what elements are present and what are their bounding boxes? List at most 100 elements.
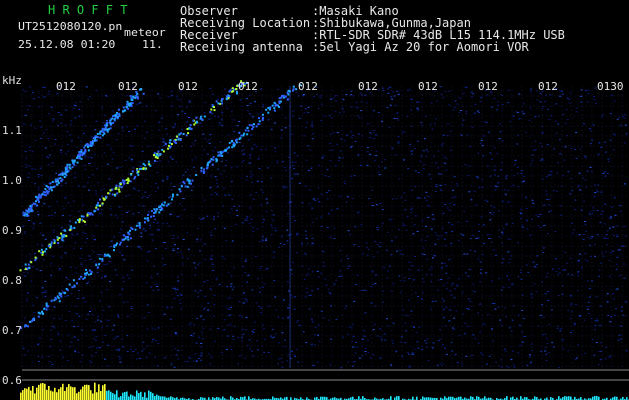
trace-pixel: [44, 194, 47, 197]
noise-speckle: [183, 209, 186, 210]
level-bar: [106, 390, 108, 400]
noise-speckle: [36, 243, 39, 245]
noise-speckle: [100, 212, 103, 214]
trace-pixel: [75, 156, 78, 159]
noise-speckle: [252, 332, 255, 333]
level-bar: [80, 389, 82, 400]
noise-speckle: [99, 347, 101, 349]
level-bar: [120, 396, 122, 400]
noise-speckle: [427, 205, 430, 207]
noise-speckle: [114, 269, 117, 271]
trace-pixel: [47, 190, 50, 193]
noise-speckle: [217, 116, 220, 118]
trace-pixel: [87, 145, 89, 148]
noise-speckle: [569, 332, 572, 333]
noise-speckle: [74, 102, 77, 103]
trace-pixel: [146, 218, 149, 221]
noise-speckle: [424, 340, 427, 342]
noise-speckle: [196, 317, 198, 319]
noise-speckle: [616, 263, 619, 265]
trace-pixel: [209, 111, 212, 114]
noise-speckle: [381, 87, 384, 89]
noise-speckle: [345, 201, 348, 203]
trace-pixel: [101, 202, 104, 205]
noise-speckle: [306, 292, 309, 294]
noise-speckle: [230, 283, 233, 285]
noise-speckle: [166, 133, 169, 135]
noise-speckle: [245, 98, 248, 100]
noise-speckle: [194, 170, 197, 172]
noise-speckle: [213, 303, 216, 305]
noise-speckle: [240, 316, 243, 318]
noise-speckle: [502, 258, 505, 260]
noise-speckle: [353, 300, 356, 302]
noise-speckle: [493, 206, 496, 208]
noise-speckle: [437, 279, 440, 281]
noise-speckle: [207, 353, 210, 355]
noise-speckle: [219, 124, 222, 126]
noise-speckle: [427, 216, 430, 218]
trace-pixel: [95, 139, 98, 142]
noise-speckle: [491, 280, 494, 282]
noise-speckle: [457, 221, 460, 223]
noise-speckle: [249, 194, 252, 196]
noise-speckle: [158, 146, 161, 148]
noise-speckle: [532, 202, 535, 204]
noise-speckle: [226, 107, 229, 109]
noise-speckle: [223, 170, 226, 172]
noise-speckle: [418, 101, 420, 103]
noise-speckle: [162, 223, 165, 225]
noise-speckle: [426, 258, 429, 260]
noise-speckle: [545, 190, 548, 192]
noise-speckle: [539, 214, 542, 215]
noise-speckle: [174, 123, 177, 125]
noise-speckle: [587, 301, 590, 303]
noise-speckle: [334, 165, 337, 167]
noise-speckle: [398, 178, 401, 180]
trace-pixel: [91, 213, 94, 216]
noise-speckle: [475, 176, 478, 178]
noise-speckle: [291, 178, 294, 180]
noise-speckle: [169, 156, 172, 158]
level-bar: [86, 384, 88, 400]
noise-speckle: [256, 349, 259, 351]
trace-pixel: [186, 185, 189, 188]
noise-speckle: [404, 322, 407, 324]
trace-pixel: [42, 251, 45, 254]
level-bar: [136, 390, 138, 400]
noise-speckle: [556, 162, 559, 164]
noise-speckle: [448, 309, 451, 311]
noise-speckle: [379, 203, 382, 204]
noise-speckle: [364, 312, 367, 314]
noise-speckle: [43, 291, 46, 293]
noise-speckle: [339, 196, 342, 198]
noise-speckle: [605, 151, 607, 153]
noise-speckle: [592, 207, 595, 209]
trace-pixel: [203, 115, 206, 118]
level-bar: [52, 391, 54, 400]
noise-speckle: [561, 293, 564, 295]
noise-speckle: [173, 298, 176, 300]
trace-pixel: [153, 152, 156, 155]
noise-speckle: [467, 326, 470, 328]
noise-speckle: [244, 219, 247, 221]
noise-speckle: [485, 363, 488, 365]
noise-speckle: [42, 259, 45, 261]
noise-speckle: [311, 319, 313, 321]
file-name: UT2512080120.pn: [18, 20, 123, 33]
noise-speckle: [443, 300, 446, 302]
noise-speckle: [74, 351, 77, 353]
noise-speckle: [353, 361, 356, 363]
noise-speckle: [463, 253, 466, 255]
noise-speckle: [181, 263, 184, 265]
noise-speckle: [33, 253, 36, 255]
noise-speckle: [265, 211, 268, 213]
noise-speckle: [307, 169, 310, 171]
noise-speckle: [480, 139, 483, 141]
noise-speckle: [525, 208, 528, 210]
noise-speckle: [467, 308, 470, 310]
noise-speckle: [37, 176, 40, 178]
noise-speckle: [64, 252, 67, 254]
noise-speckle: [139, 161, 142, 163]
level-bar: [36, 387, 38, 400]
